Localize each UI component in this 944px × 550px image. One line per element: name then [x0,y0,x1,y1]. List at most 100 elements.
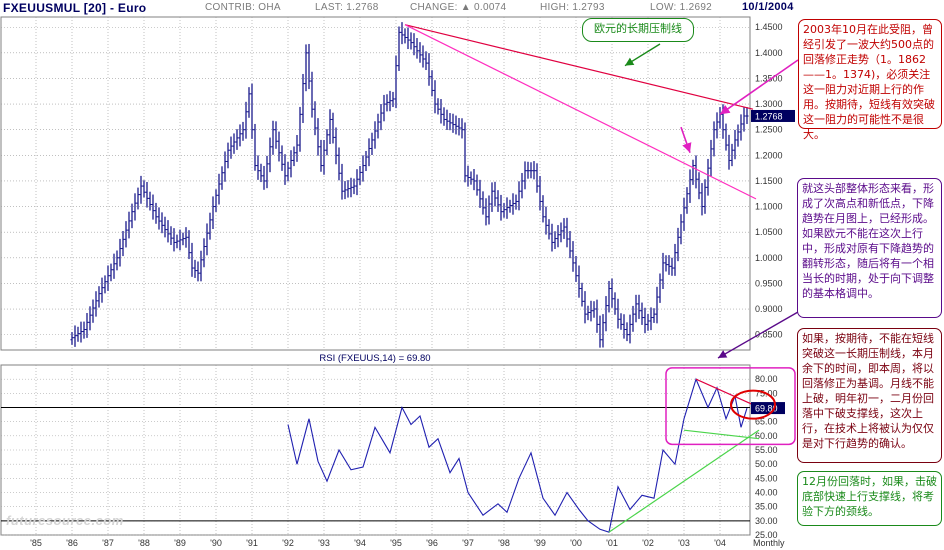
price-candle [457,118,461,136]
price-candle [526,161,530,179]
price-candle [220,166,224,190]
price-candle [397,26,401,71]
price-candle [178,229,182,251]
arrow-to-rsi-box [717,311,799,359]
price-candle [586,305,590,321]
price-candle [685,187,689,214]
price-tick-label: 1.2500 [755,125,783,135]
price-candle [181,232,185,246]
last-price-value: 1.2768 [755,111,783,121]
price-candle [421,45,425,68]
price-candle [649,307,653,331]
price-candle [634,294,638,323]
x-tick-label: '96 [426,538,438,548]
price-candle [235,129,239,150]
price-candle [172,228,176,252]
price-tick-label: 1.3000 [755,99,783,109]
price-candle [514,194,518,210]
x-tick-label: '02 [642,538,654,548]
price-candle [307,43,311,90]
price-candle [739,114,743,141]
price-candle [709,139,713,177]
price-candle [574,255,578,282]
price-tick-label: 1.0500 [755,227,783,237]
price-candle [157,207,161,230]
price-frame [0,16,751,351]
price-candle [361,155,365,182]
rsi-tick-label: 45.00 [755,473,778,483]
price-candle [673,243,677,276]
price-candle [91,299,95,323]
price-candle [547,219,551,240]
price-candle [598,315,602,348]
price-candle [232,133,236,154]
price-candle [541,195,545,223]
price-candle [595,299,599,333]
price-tick-label: 0.9500 [755,278,783,288]
price-tick-label: 1.4000 [755,48,783,58]
price-candle [298,106,302,152]
price-candle [151,194,155,220]
rsi-panel: 80.0075.0070.0065.0060.0055.0050.0045.00… [0,353,785,540]
price-candle [463,122,467,183]
trendline-label-note: 欧元的长期压制线 [582,18,694,42]
price-candle [394,55,398,109]
price-candle [700,183,704,216]
price-candle [439,99,443,124]
rsi-tick-label: 30.00 [755,516,778,526]
price-candle [646,313,650,331]
price-candle [346,180,350,198]
price-candle [373,121,377,149]
x-tick-label: '94 [354,538,366,548]
price-candle [337,147,341,181]
price-candle [73,325,77,347]
price-candle [679,214,683,245]
price-tick-label: 1.4500 [755,22,783,32]
price-candle [502,202,506,218]
price-candle [301,73,305,124]
rsi-tick-label: 35.00 [755,502,778,512]
x-axis: '85 '86 '87 '88 '89 '90 '91 '92 '93 '94 '95 '96 '97 '… [30,538,785,548]
price-candle [484,198,488,226]
price-candle [382,94,386,122]
price-candle [592,301,596,318]
price-candle [160,212,164,234]
price-candle [487,195,491,225]
price-candle [520,172,524,199]
price-candle [355,169,359,196]
price-candle [166,220,170,243]
price-candle [523,161,527,190]
x-tick-label: '90 [210,538,222,548]
price-candle [706,158,710,196]
price-candle [694,155,698,189]
price-candle [364,150,368,172]
price-candle [268,137,272,173]
price-candle [529,162,533,179]
price-candle [256,155,260,180]
price-candle [211,196,215,230]
price-candle [205,223,209,256]
price-candle [196,261,200,282]
rsi-tick-label: 60.00 [755,431,778,441]
price-candle [202,238,206,268]
price-candle [199,250,203,282]
x-tick-label: '04 [714,538,726,548]
price-candle [208,212,212,240]
price-candle [676,227,680,262]
price-candle [316,118,320,156]
note-support-test: 12月份回落时，如果，击破底部快速上行支撑线，将考验下方的颈线。 [797,471,942,526]
price-candle [466,165,470,187]
price-candle [331,112,335,144]
price-candle [283,154,287,185]
price-candle [544,206,548,235]
price-candle [670,257,674,276]
price-candle [343,181,347,200]
price-tick-label: 1.0000 [755,253,783,263]
price-candle [736,124,740,147]
price-candle [376,113,380,139]
price-candle [214,189,218,212]
rsi-title: RSI (FXEUUS,14) = 69.80 [319,353,430,364]
price-candle [253,123,257,171]
price-candle [607,280,611,313]
x-tick-label: '98 [498,538,510,548]
